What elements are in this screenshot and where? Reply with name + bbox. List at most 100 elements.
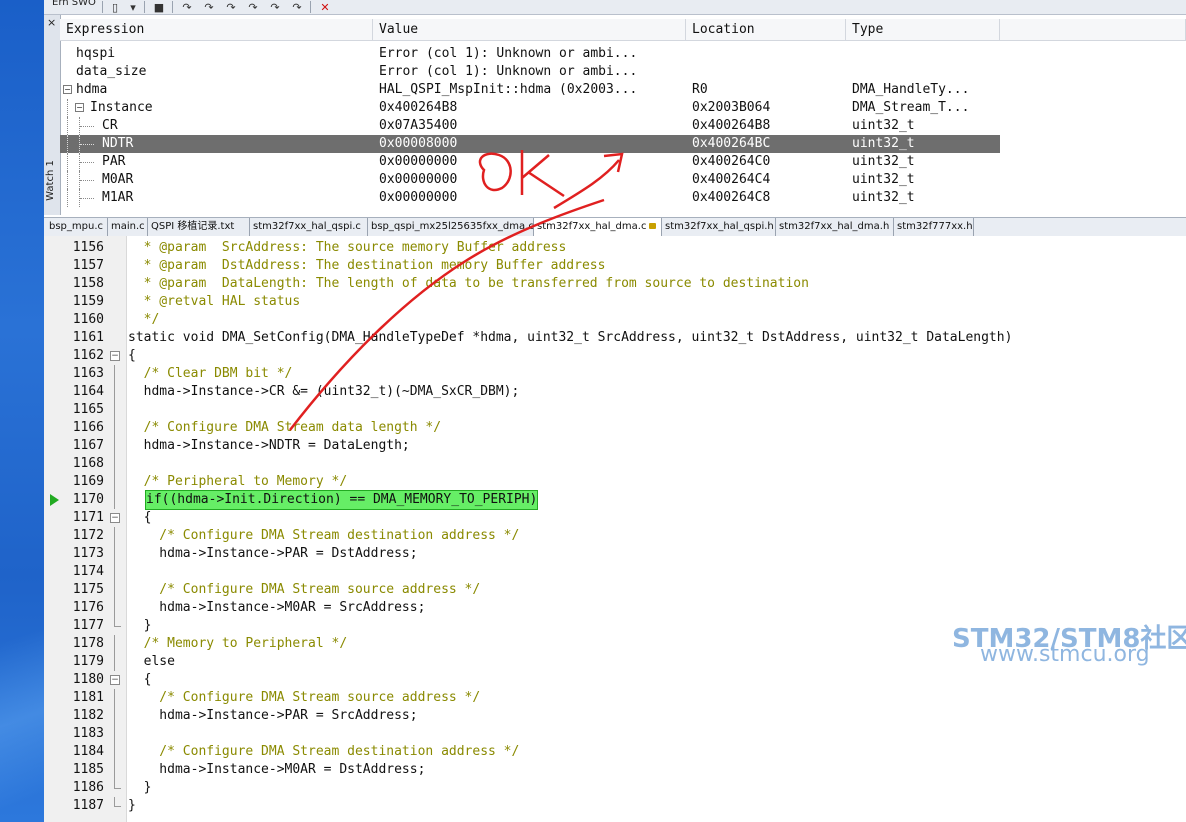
tab-bsp-mpu[interactable]: bsp_mpu.c [46, 218, 108, 236]
code-line[interactable]: 1164 hdma->Instance->CR &= (uint32_t)(~D… [44, 383, 1186, 401]
tab-stm32f777xx-h[interactable]: stm32f777xx.h [894, 218, 974, 236]
code-line[interactable]: 1160 */ [44, 311, 1186, 329]
fold-line-marker [114, 401, 115, 419]
line-code: */ [128, 312, 160, 327]
code-line[interactable]: 1185 hdma->Instance->M0AR = DstAddress; [44, 761, 1186, 779]
tab-bsp-qspi-dma[interactable]: bsp_qspi_mx25l25635fxx_dma.c [368, 218, 534, 236]
dropdown-icon[interactable]: ▾ [124, 0, 142, 14]
line-number: 1163 [72, 366, 104, 381]
line-code: * @param SrcAddress: The source memory B… [128, 240, 567, 255]
watch-type [852, 63, 998, 81]
breakpoint-arrow-icon [50, 494, 59, 506]
delete-x-icon[interactable]: ✕ [316, 0, 334, 14]
line-number: 1175 [72, 582, 104, 597]
watch-type [852, 45, 998, 63]
line-code: /* Clear DBM bit */ [128, 366, 293, 381]
line-number: 1162 [72, 348, 104, 363]
code-line[interactable]: 1157 * @param DstAddress: The destinatio… [44, 257, 1186, 275]
step-icon[interactable]: ↷ [178, 0, 196, 14]
code-line[interactable]: 1181 /* Configure DMA Stream source addr… [44, 689, 1186, 707]
column-header-type[interactable]: Type [846, 19, 1000, 41]
collapse-icon[interactable]: − [63, 85, 72, 94]
fold-toggle-icon[interactable]: − [110, 351, 120, 361]
clear-icon[interactable]: ↷ [266, 0, 284, 14]
code-line[interactable]: 1187} [44, 797, 1186, 815]
code-line[interactable]: 1156 * @param SrcAddress: The source mem… [44, 239, 1186, 257]
fold-toggle-icon[interactable]: − [110, 675, 120, 685]
tree-branch [80, 180, 94, 181]
tab-qspi-notes[interactable]: QSPI 移植记录.txt [148, 218, 250, 236]
tab-hal-qspi-h[interactable]: stm32f7xx_hal_qspi.h [662, 218, 776, 236]
fold-line-marker [114, 581, 115, 599]
watch-side-bar: × Watch 1 [44, 15, 61, 215]
code-line[interactable]: 1182 hdma->Instance->PAR = SrcAddress; [44, 707, 1186, 725]
watch-row[interactable]: CR 0x07A35400 0x400264B8 uint32_t [60, 117, 1000, 135]
toolbar-swo-label: Ern SWO [52, 0, 96, 8]
stop-icon[interactable]: ■ [150, 0, 168, 14]
line-number: 1183 [72, 726, 104, 741]
code-line[interactable]: 1186 } [44, 779, 1186, 797]
column-header-value[interactable]: Value [373, 19, 686, 41]
collapse-icon[interactable]: − [75, 103, 84, 112]
line-code: { [128, 348, 136, 363]
code-line[interactable]: 1161 static void DMA_SetConfig(DMA_Handle… [44, 329, 1186, 347]
code-line[interactable]: 1184 /* Configure DMA Stream destination… [44, 743, 1186, 761]
watch-row[interactable]: M0AR 0x00000000 0x400264C4 uint32_t [60, 171, 1000, 189]
code-line[interactable]: 1170 if((hdma->Init.Direction) == DMA_MEM… [44, 490, 1186, 510]
watch-type: uint32_t [852, 190, 915, 205]
toolbar-separator [172, 1, 173, 13]
code-line[interactable]: 1163 /* Clear DBM bit */ [44, 365, 1186, 383]
code-line[interactable]: 1173 hdma->Instance->PAR = DstAddress; [44, 545, 1186, 563]
watch-location: R0 [692, 82, 708, 97]
code-line[interactable]: 1172 /* Configure DMA Stream destination… [44, 527, 1186, 545]
watch-row-selected[interactable]: NDTR 0x00008000 0x400264BC uint32_t [60, 135, 1000, 153]
watch-row[interactable]: − hdma HAL_QSPI_MspInit::hdma (0x2003...… [60, 81, 1000, 99]
code-line[interactable]: 1169 /* Peripheral to Memory */ [44, 473, 1186, 491]
close-icon[interactable]: × [47, 16, 56, 29]
code-line[interactable]: 1159 * @retval HAL status [44, 293, 1186, 311]
fold-line-marker [114, 635, 115, 653]
column-header-expression[interactable]: Expression [60, 19, 373, 41]
watch-value: 0x00000000 [379, 172, 458, 187]
watch-row[interactable]: − Instance 0x400264B8 0x2003B064 DMA_Str… [60, 99, 1000, 117]
run-to-cursor-icon[interactable]: ↷ [244, 0, 262, 14]
tab-hal-dma-c[interactable]: stm32f7xx_hal_dma.c [534, 218, 662, 236]
code-line[interactable]: 1165 [44, 401, 1186, 419]
step-out-icon[interactable]: ↷ [222, 0, 240, 14]
code-line[interactable]: 1175 /* Configure DMA Stream source addr… [44, 581, 1186, 599]
tab-main[interactable]: main.c [108, 218, 148, 236]
code-line[interactable]: 1167 hdma->Instance->NDTR = DataLength; [44, 437, 1186, 455]
code-line[interactable]: 1158 * @param DataLength: The length of … [44, 275, 1186, 293]
column-header-location[interactable]: Location [686, 19, 846, 41]
code-line[interactable]: 1168 [44, 455, 1186, 473]
desktop-background [0, 0, 44, 822]
code-line[interactable]: 1174 [44, 563, 1186, 581]
tree-branch [80, 126, 94, 127]
watch-row[interactable]: PAR 0x00000000 0x400264C0 uint32_t [60, 153, 1000, 171]
erase-icon[interactable]: ↷ [288, 0, 306, 14]
watch-row[interactable]: hqspi Error (col 1): Unknown or ambi... [60, 45, 1000, 63]
line-code: * @param DataLength: The length of data … [128, 276, 809, 291]
code-editor[interactable]: 1156 * @param SrcAddress: The source mem… [44, 236, 1186, 822]
code-line[interactable]: 1180− { [44, 671, 1186, 689]
line-number: 1181 [72, 690, 104, 705]
line-number: 1179 [72, 654, 104, 669]
watch-type: uint32_t [852, 118, 915, 133]
code-line[interactable]: 1162−{ [44, 347, 1186, 365]
fold-line-marker [114, 455, 115, 473]
line-code: } [128, 618, 152, 633]
code-line[interactable]: 1166 /* Configure DMA Stream data length… [44, 419, 1186, 437]
watch-row[interactable]: data_size Error (col 1): Unknown or ambi… [60, 63, 1000, 81]
watch-type: DMA_Stream_T... [852, 100, 970, 115]
tab-hal-qspi-c[interactable]: stm32f7xx_hal_qspi.c [250, 218, 368, 236]
window-menu-icon[interactable]: ▯ [106, 0, 124, 14]
code-line[interactable]: 1183 [44, 725, 1186, 743]
fold-toggle-icon[interactable]: − [110, 513, 120, 523]
watch-row[interactable]: M1AR 0x00000000 0x400264C8 uint32_t [60, 189, 1000, 207]
step-over-icon[interactable]: ↷ [200, 0, 218, 14]
tab-hal-dma-h[interactable]: stm32f7xx_hal_dma.h [776, 218, 894, 236]
column-header-empty [1000, 19, 1186, 41]
code-line[interactable]: 1176 hdma->Instance->M0AR = SrcAddress; [44, 599, 1186, 617]
code-line[interactable]: 1171− { [44, 509, 1186, 527]
line-code: hdma->Instance->CR &= (uint32_t)(~DMA_Sx… [128, 384, 520, 399]
